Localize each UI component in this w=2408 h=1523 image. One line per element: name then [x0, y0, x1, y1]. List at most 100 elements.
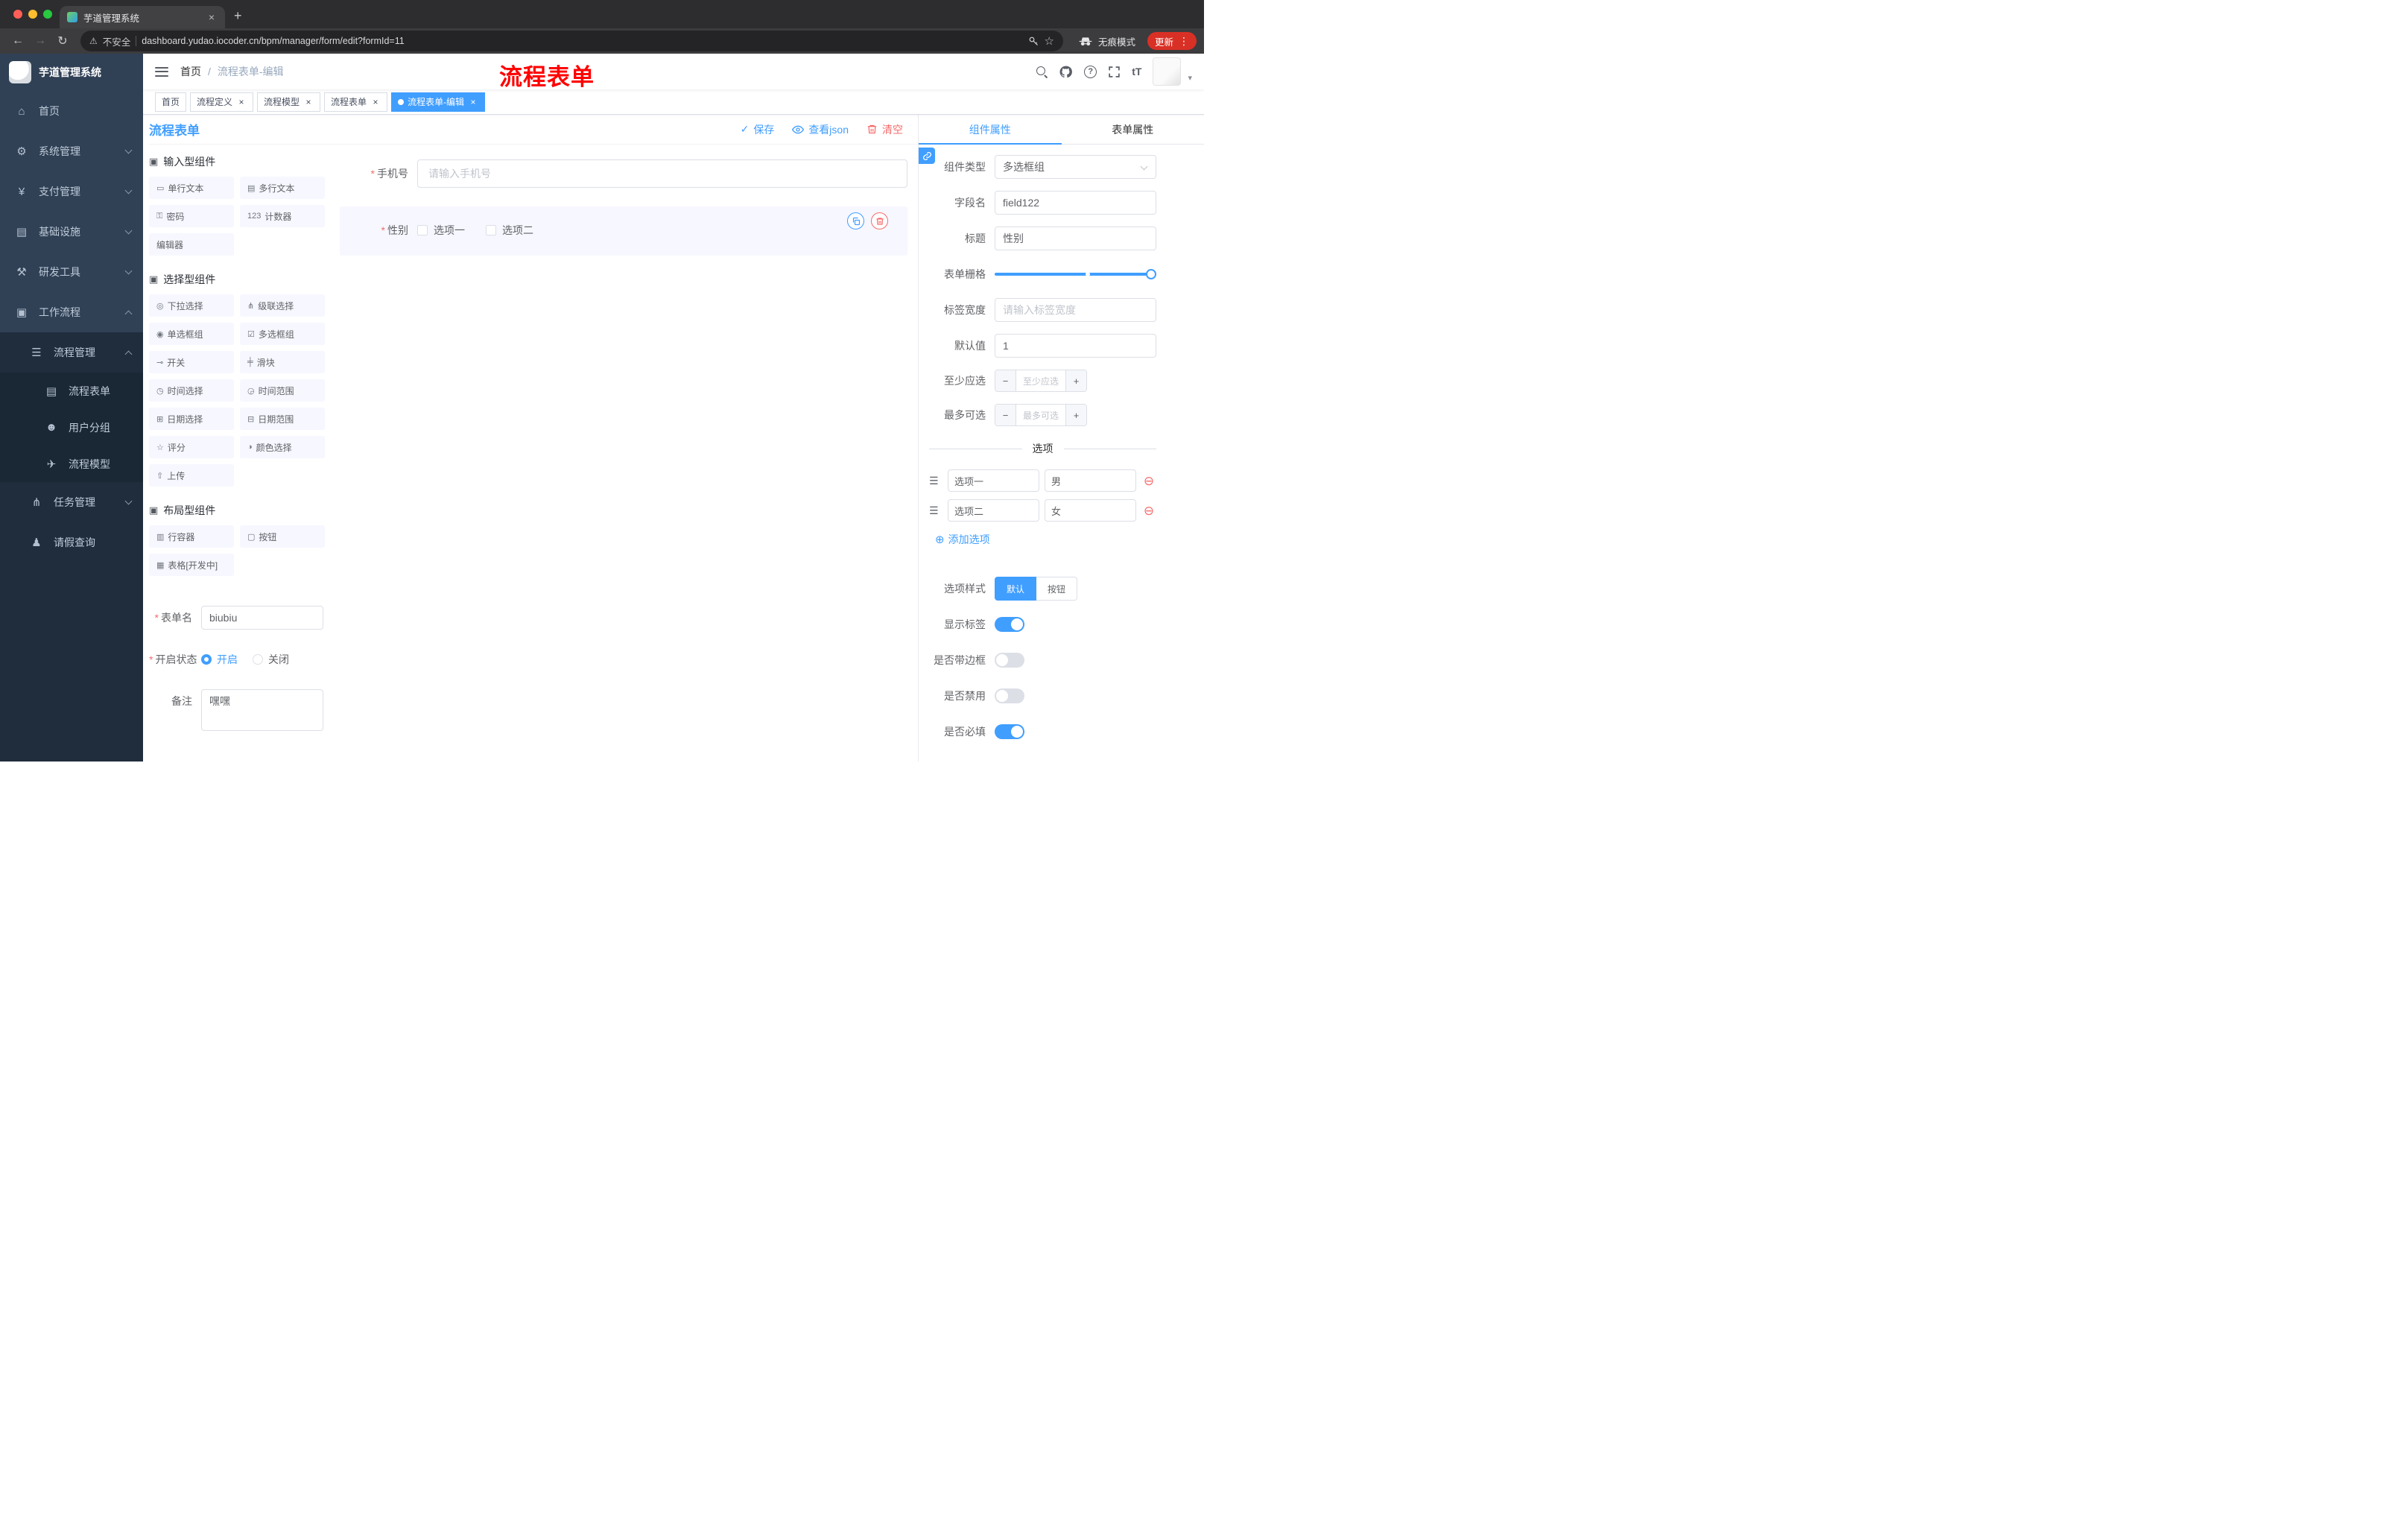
palette-item-select[interactable]: ◎ 下拉选择: [149, 294, 234, 317]
label-width-input[interactable]: [995, 298, 1156, 322]
tag-process-form-edit[interactable]: 流程表单-编辑 ×: [391, 92, 486, 112]
sidebar-item-leave-query[interactable]: ♟ 请假查询: [0, 522, 143, 563]
remove-option-icon[interactable]: ⊖: [1141, 475, 1156, 487]
tag-process-form[interactable]: 流程表单 ×: [324, 92, 388, 112]
close-icon[interactable]: ×: [303, 97, 314, 107]
option-value-input[interactable]: [1045, 469, 1136, 492]
palette-item-switch[interactable]: ⊸ 开关: [149, 351, 234, 373]
default-value-input[interactable]: [995, 334, 1156, 358]
selected-canvas-item-gender[interactable]: * 性别 选项一 选项二: [340, 206, 907, 256]
window-zoom-button[interactable]: [43, 10, 52, 19]
phone-input[interactable]: [417, 159, 907, 188]
palette-item-multi-line-text[interactable]: ▤ 多行文本: [240, 177, 325, 199]
add-option-button[interactable]: ⊕ 添加选项: [935, 532, 990, 547]
chrome-menu-icon[interactable]: ⋮: [1179, 35, 1189, 48]
github-icon[interactable]: [1059, 65, 1073, 79]
close-icon[interactable]: ×: [468, 97, 478, 107]
forward-icon[interactable]: →: [30, 31, 51, 51]
palette-item-table[interactable]: ▦ 表格[开发中]: [149, 554, 234, 576]
tab-component-props[interactable]: 组件属性: [919, 115, 1062, 145]
tag-process-model[interactable]: 流程模型 ×: [257, 92, 321, 112]
tag-process-definition[interactable]: 流程定义 ×: [190, 92, 254, 112]
font-size-icon[interactable]: tT: [1132, 66, 1141, 77]
drag-handle-icon[interactable]: ☰: [929, 504, 942, 517]
bookmark-star-icon[interactable]: ☆: [1045, 34, 1054, 48]
sidebar-item-infrastructure[interactable]: ▤ 基础设施: [0, 212, 143, 252]
stepper-placeholder[interactable]: 至少应选: [1016, 370, 1065, 391]
browser-tab[interactable]: 芋道管理系统 ×: [60, 6, 225, 28]
max-select-stepper[interactable]: − 最多可选 +: [995, 404, 1087, 426]
component-type-select[interactable]: 多选框组: [995, 155, 1156, 179]
required-toggle[interactable]: [995, 724, 1024, 739]
link-icon[interactable]: [919, 148, 935, 164]
tab-form-props[interactable]: 表单属性: [1062, 115, 1205, 144]
status-on-radio[interactable]: 开启: [201, 647, 238, 671]
avatar[interactable]: [1153, 57, 1182, 86]
slider-handle[interactable]: [1146, 269, 1156, 279]
form-canvas[interactable]: * 手机号 请输入手机号 * 性别 选项一 选项二: [331, 145, 918, 762]
title-input[interactable]: [995, 227, 1156, 250]
window-close-button[interactable]: [13, 10, 22, 19]
new-tab-button[interactable]: +: [225, 8, 251, 28]
search-icon[interactable]: [1036, 66, 1048, 77]
hamburger-icon[interactable]: [155, 66, 168, 77]
gender-option2-checkbox[interactable]: 选项二: [486, 223, 533, 238]
copy-item-button[interactable]: [847, 212, 864, 229]
fullscreen-icon[interactable]: [1108, 66, 1121, 78]
palette-item-date-range[interactable]: ⊟ 日期范围: [240, 408, 325, 430]
remark-textarea[interactable]: 嘿嘿: [201, 689, 323, 731]
palette-item-counter[interactable]: 123 计数器: [240, 205, 325, 227]
style-button-button[interactable]: 按钮: [1036, 577, 1078, 601]
disabled-toggle[interactable]: [995, 688, 1024, 703]
decrease-button[interactable]: −: [995, 405, 1016, 425]
canvas-field-phone[interactable]: * 手机号: [340, 159, 907, 188]
palette-item-time-picker[interactable]: ◷ 时间选择: [149, 379, 234, 402]
status-off-radio[interactable]: 关闭: [253, 647, 289, 671]
delete-item-button[interactable]: [871, 212, 888, 229]
increase-button[interactable]: +: [1065, 370, 1086, 391]
palette-item-editor[interactable]: 编辑器: [149, 233, 234, 256]
tab-close-icon[interactable]: ×: [206, 11, 218, 23]
sidebar-item-task-management[interactable]: ⋔ 任务管理: [0, 482, 143, 522]
min-select-stepper[interactable]: − 至少应选 +: [995, 370, 1087, 392]
stepper-placeholder[interactable]: 最多可选: [1016, 405, 1065, 425]
breadcrumb-home[interactable]: 首页: [180, 64, 201, 79]
sidebar-item-system-management[interactable]: ⚙ 系统管理: [0, 131, 143, 171]
app-logo[interactable]: 芋道管理系统: [0, 54, 143, 91]
palette-item-checkbox-group[interactable]: ☑ 多选框组: [240, 323, 325, 345]
palette-item-single-line-text[interactable]: ▭ 单行文本: [149, 177, 234, 199]
remove-option-icon[interactable]: ⊖: [1141, 504, 1156, 517]
back-icon[interactable]: ←: [7, 31, 28, 51]
palette-item-rate[interactable]: ☆ 评分: [149, 436, 234, 458]
caret-down-icon[interactable]: ▾: [1188, 73, 1192, 83]
address-bar[interactable]: ⚠ 不安全 dashboard.yudao.iocoder.cn/bpm/man…: [80, 31, 1063, 51]
show-label-toggle[interactable]: [995, 617, 1024, 632]
clear-button[interactable]: 清空: [866, 122, 903, 137]
palette-item-row-container[interactable]: ▥ 行容器: [149, 525, 234, 548]
field-name-input[interactable]: [995, 191, 1156, 215]
palette-item-slider[interactable]: ╪ 滑块: [240, 351, 325, 373]
help-icon[interactable]: ?: [1084, 65, 1097, 78]
palette-item-password[interactable]: ⚿ 密码: [149, 205, 234, 227]
chrome-update-button[interactable]: 更新 ⋮: [1147, 32, 1197, 50]
security-label[interactable]: 不安全: [103, 34, 131, 48]
option-label-input[interactable]: [948, 469, 1039, 492]
drag-handle-icon[interactable]: ☰: [929, 475, 942, 487]
window-minimize-button[interactable]: [28, 10, 37, 19]
decrease-button[interactable]: −: [995, 370, 1016, 391]
palette-item-upload[interactable]: ⇧ 上传: [149, 464, 234, 487]
with-border-toggle[interactable]: [995, 653, 1024, 668]
palette-item-radio-group[interactable]: ◉ 单选框组: [149, 323, 234, 345]
style-default-button[interactable]: 默认: [995, 577, 1037, 601]
sidebar-item-workflow[interactable]: ▣ 工作流程: [0, 292, 143, 332]
sidebar-item-user-groups[interactable]: ☻ 用户分组: [0, 409, 143, 446]
close-icon[interactable]: ×: [370, 97, 381, 107]
reload-icon[interactable]: ↻: [52, 31, 73, 51]
sidebar-item-payment-management[interactable]: ¥ 支付管理: [0, 171, 143, 212]
form-name-input[interactable]: [201, 606, 323, 630]
password-key-icon[interactable]: [1028, 36, 1039, 47]
sidebar-item-dev-tools[interactable]: ⚒ 研发工具: [0, 252, 143, 292]
option-label-input[interactable]: [948, 499, 1039, 522]
palette-item-time-range[interactable]: ◶ 时间范围: [240, 379, 325, 402]
palette-item-color-picker[interactable]: ◑ 颜色选择: [240, 436, 325, 458]
